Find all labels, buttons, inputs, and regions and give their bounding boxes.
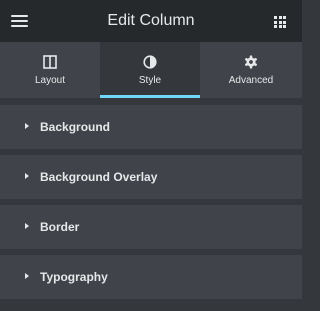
panel-header: Edit Column xyxy=(0,0,302,42)
grid-icon[interactable] xyxy=(274,16,286,28)
section-border-label: Border xyxy=(40,220,80,234)
caret-right-icon xyxy=(25,123,29,129)
tab-layout[interactable]: Layout xyxy=(0,42,100,98)
section-background-overlay[interactable]: Background Overlay xyxy=(0,155,302,199)
section-background[interactable]: Background xyxy=(0,105,302,149)
tab-layout-label: Layout xyxy=(34,75,66,86)
section-typography[interactable]: Typography xyxy=(0,255,302,299)
columns-icon xyxy=(43,55,57,69)
edit-column-panel: Edit Column Layout Style Advanced Backgr… xyxy=(0,0,302,311)
gear-icon xyxy=(244,55,258,69)
section-background-label: Background xyxy=(40,120,111,134)
contrast-icon xyxy=(143,55,157,69)
panel-title: Edit Column xyxy=(107,12,195,29)
section-typography-label: Typography xyxy=(40,270,108,284)
tab-style-label: Style xyxy=(138,75,162,86)
tab-advanced[interactable]: Advanced xyxy=(200,42,302,98)
caret-right-icon xyxy=(25,173,29,179)
caret-right-icon xyxy=(25,273,29,279)
section-background-overlay-label: Background Overlay xyxy=(40,170,158,184)
tab-advanced-label: Advanced xyxy=(228,75,274,86)
caret-right-icon xyxy=(25,223,29,229)
panel-tabs: Layout Style Advanced xyxy=(0,42,302,98)
section-border[interactable]: Border xyxy=(0,205,302,249)
tab-style[interactable]: Style xyxy=(100,42,200,98)
